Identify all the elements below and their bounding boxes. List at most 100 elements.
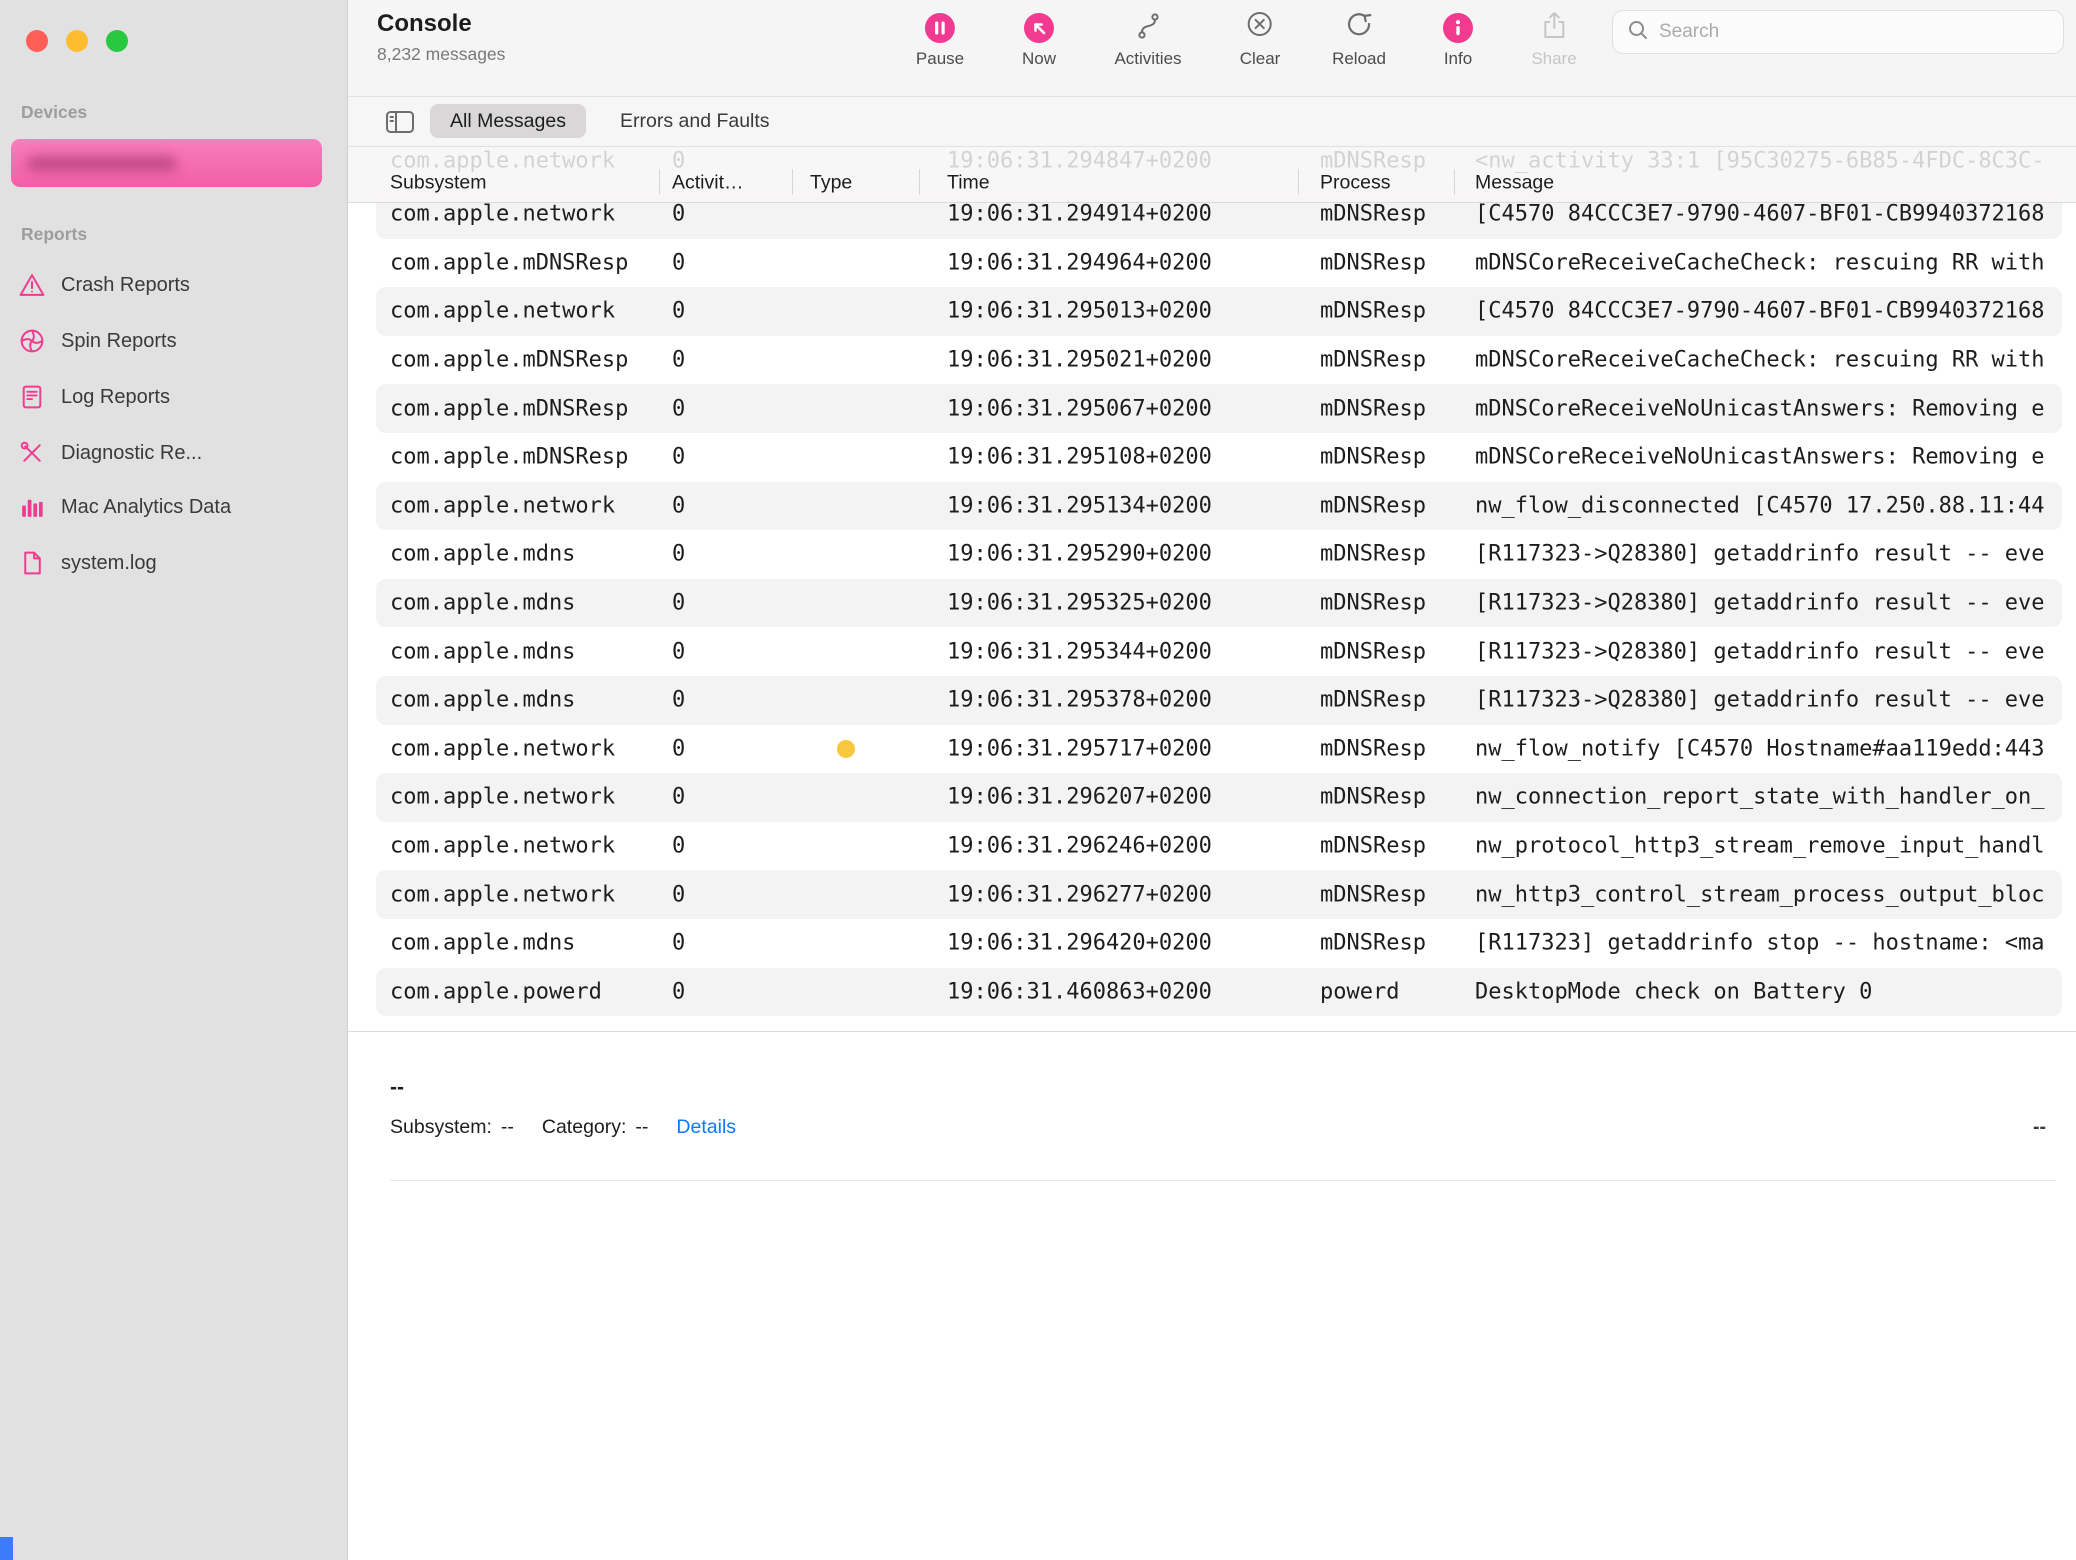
log-activity: 0 — [672, 688, 685, 713]
log-message: mDNSCoreReceiveCacheCheck: rescuing RR w… — [1475, 250, 2045, 275]
column-header-message[interactable]: Message — [1475, 172, 1554, 195]
log-subsystem: com.apple.mdns — [390, 542, 575, 567]
pause-icon — [925, 13, 955, 43]
column-header-time[interactable]: Time — [947, 172, 990, 195]
now-button[interactable]: Now — [1022, 11, 1056, 69]
toolbar-button-label: Now — [1022, 49, 1056, 69]
log-activity: 0 — [672, 445, 685, 470]
search-placeholder: Search — [1659, 21, 1719, 43]
log-time: 19:06:31.294964+0200 — [947, 250, 1212, 275]
sidebar-item-log-reports[interactable]: Log Reports — [18, 375, 338, 419]
table-row[interactable]: com.apple.network019:06:31.296207+0200mD… — [348, 773, 2076, 822]
info-button[interactable]: Info — [1443, 11, 1473, 69]
log-document-icon — [18, 383, 46, 411]
log-time: 19:06:31.295067+0200 — [947, 396, 1212, 421]
log-message: nw_flow_disconnected [C4570 17.250.88.11… — [1475, 493, 2045, 518]
column-header-process[interactable]: Process — [1320, 172, 1390, 195]
column-header-activity[interactable]: Activit… — [672, 172, 744, 195]
toolbar-button-label: Share — [1531, 49, 1576, 69]
table-row[interactable]: com.apple.mdns019:06:31.296420+0200mDNSR… — [348, 919, 2076, 968]
tools-icon — [18, 439, 46, 467]
tab-all-messages[interactable]: All Messages — [430, 104, 586, 138]
arrow-up-left-icon — [1024, 13, 1054, 43]
filter-bar: All Messages Errors and Faults — [348, 97, 2076, 147]
column-separator — [919, 169, 920, 195]
log-activity: 0 — [672, 931, 685, 956]
log-time: 19:06:31.296207+0200 — [947, 785, 1212, 810]
pause-button[interactable]: Pause — [916, 11, 964, 69]
reload-button[interactable]: Reload — [1332, 11, 1386, 69]
table-row[interactable]: com.apple.mdns019:06:31.295325+0200mDNSR… — [348, 579, 2076, 628]
table-row[interactable]: com.apple.network019:06:31.295717+0200mD… — [348, 725, 2076, 774]
sidebar-toggle-button[interactable] — [383, 107, 417, 137]
sidebar-item-crash-reports[interactable]: Crash Reports — [18, 263, 338, 307]
sidebar-section-devices: Devices — [21, 102, 87, 123]
table-row[interactable]: com.apple.mdns019:06:31.295290+0200mDNSR… — [348, 530, 2076, 579]
table-row[interactable]: com.apple.mDNSResp019:06:31.295021+0200m… — [348, 336, 2076, 385]
table-row[interactable]: com.apple.network019:06:31.295013+0200mD… — [348, 287, 2076, 336]
table-row[interactable]: com.apple.mDNSResp019:06:31.295108+0200m… — [348, 433, 2076, 482]
log-message: [R117323->Q28380] getaddrinfo result -- … — [1475, 688, 2045, 713]
device-name-redacted — [27, 156, 177, 171]
detail-category-label: Category: — [542, 1116, 627, 1139]
column-separator — [1298, 169, 1299, 195]
sidebar-item-device-selected[interactable] — [11, 139, 322, 187]
column-header-type[interactable]: Type — [810, 172, 852, 195]
table-row[interactable]: com.apple.mDNSResp019:06:31.295067+0200m… — [348, 384, 2076, 433]
log-message: [C4570 84CCC3E7-9790-4607-BF01-CB9940372… — [1475, 202, 2045, 227]
zoom-button[interactable] — [106, 30, 128, 52]
table-row[interactable]: com.apple.powerd019:06:31.460863+0200pow… — [348, 968, 2076, 1017]
background-window-sliver — [0, 1537, 13, 1560]
column-header-subsystem[interactable]: Subsystem — [390, 172, 486, 195]
share-button[interactable]: Share — [1531, 11, 1576, 69]
clear-button[interactable]: Clear — [1240, 11, 1281, 69]
column-separator — [792, 169, 793, 195]
table-row[interactable]: com.apple.mdns019:06:31.295344+0200mDNSR… — [348, 627, 2076, 676]
sidebar-item-diagnostic-re[interactable]: Diagnostic Re... — [18, 431, 338, 475]
log-time: 19:06:31.296246+0200 — [947, 834, 1212, 859]
sidebar-item-mac-analytics-data[interactable]: Mac Analytics Data — [18, 485, 338, 529]
log-time: 19:06:31.296277+0200 — [947, 882, 1212, 907]
tab-errors-and-faults[interactable]: Errors and Faults — [620, 104, 770, 138]
close-button[interactable] — [26, 30, 48, 52]
log-process: mDNSResp — [1320, 445, 1426, 470]
detail-divider — [390, 1180, 2056, 1181]
detail-category-value: -- — [635, 1116, 648, 1139]
table-row[interactable]: com.apple.network019:06:31.295134+0200mD… — [348, 482, 2076, 531]
log-subsystem: com.apple.mDNSResp — [390, 396, 628, 421]
log-time: 19:06:31.295013+0200 — [947, 299, 1212, 324]
log-activity: 0 — [672, 250, 685, 275]
log-subsystem: com.apple.mDNSResp — [390, 250, 628, 275]
log-message: mDNSCoreReceiveNoUnicastAnswers: Removin… — [1475, 396, 2045, 421]
sidebar-section-reports: Reports — [21, 224, 87, 245]
sidebar-item-spin-reports[interactable]: Spin Reports — [18, 319, 338, 363]
log-message: [C4570 84CCC3E7-9790-4607-BF01-CB9940372… — [1475, 299, 2045, 324]
table-row[interactable]: com.apple.mDNSResp 0 19:06:31.294964+0200 m… — [348, 239, 2076, 288]
page-title: Console — [377, 10, 472, 38]
table-row[interactable]: com.apple.network019:06:31.296246+0200mD… — [348, 822, 2076, 871]
details-link[interactable]: Details — [676, 1116, 736, 1139]
table-row[interactable]: com.apple.network019:06:31.296277+0200mD… — [348, 870, 2076, 919]
log-subsystem: com.apple.mDNSResp — [390, 348, 628, 373]
messages-count: 8,232 messages — [377, 44, 505, 65]
log-process: mDNSResp — [1320, 493, 1426, 518]
log-process: mDNSResp — [1320, 736, 1426, 761]
main-content: Console 8,232 messages Pause Now Activitie… — [348, 0, 2076, 1560]
log-process: mDNSResp — [1320, 785, 1426, 810]
log-process: mDNSResp — [1320, 639, 1426, 664]
log-time: 19:06:31.294914+0200 — [947, 202, 1212, 227]
log-process: mDNSResp — [1320, 396, 1426, 421]
activities-button[interactable]: Activities — [1114, 11, 1181, 69]
log-time: 19:06:31.295378+0200 — [947, 688, 1212, 713]
log-subsystem: com.apple.mdns — [390, 931, 575, 956]
table-row[interactable]: com.apple.mdns019:06:31.295378+0200mDNSR… — [348, 676, 2076, 725]
minimize-button[interactable] — [66, 30, 88, 52]
search-icon — [1626, 18, 1650, 47]
log-table: com.apple.network019:06:31.294847+0200mD… — [348, 147, 2076, 1031]
share-icon — [1537, 9, 1571, 48]
log-message: mDNSCoreReceiveCacheCheck: rescuing RR w… — [1475, 348, 2045, 373]
sidebar: Devices Reports Crash Reports Spin Report… — [0, 0, 348, 1560]
log-message: mDNSCoreReceiveNoUnicastAnswers: Removin… — [1475, 445, 2045, 470]
search-input[interactable]: Search — [1612, 10, 2064, 54]
sidebar-item-system-log[interactable]: system.log — [18, 541, 338, 585]
